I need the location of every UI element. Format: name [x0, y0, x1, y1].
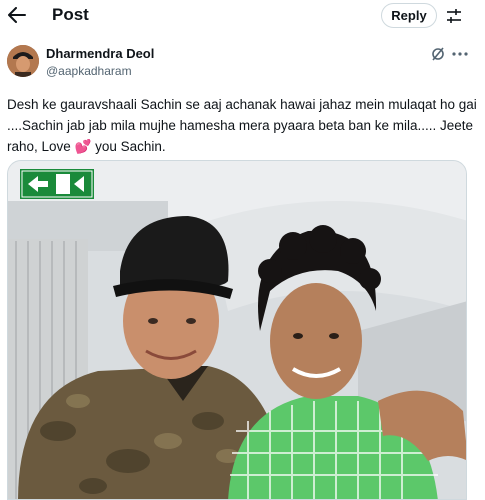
avatar-image — [7, 45, 39, 77]
grok-icon — [432, 47, 444, 61]
post-text-part-2: you Sachin. — [91, 139, 166, 154]
reply-button[interactable]: Reply — [381, 3, 437, 28]
grok-button[interactable] — [430, 46, 446, 62]
more-options-button[interactable] — [451, 46, 469, 62]
top-bar: Post Reply — [0, 0, 485, 34]
sliders-icon — [447, 9, 461, 23]
more-icon — [452, 52, 468, 56]
post-text: Desh ke gauravshaali Sachin se aaj achan… — [7, 94, 477, 157]
page-title: Post — [52, 5, 89, 24]
exit-sign-icon — [20, 169, 94, 199]
back-button[interactable] — [6, 4, 28, 26]
author-name[interactable]: Dharmendra Deol — [46, 46, 154, 61]
author-handle[interactable]: @aapkadharam — [46, 64, 132, 78]
back-arrow-icon — [8, 7, 26, 23]
post-photo[interactable] — [7, 160, 467, 500]
settings-button[interactable] — [444, 6, 464, 26]
photo-content — [8, 161, 466, 499]
heart-emoji-icon: 💕 — [74, 139, 92, 154]
author-avatar[interactable] — [7, 45, 39, 77]
